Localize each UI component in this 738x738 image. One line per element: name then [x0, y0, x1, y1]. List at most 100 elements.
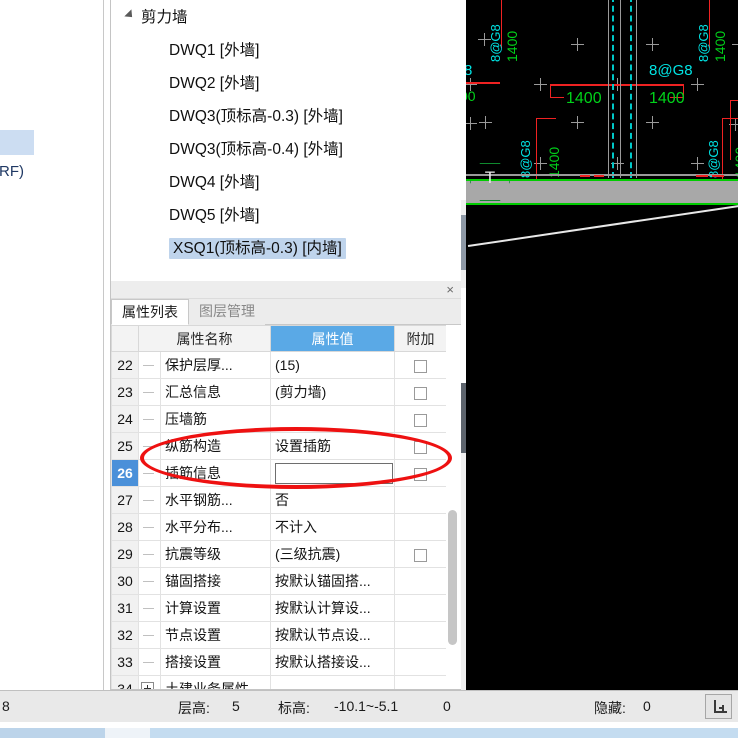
- checkbox-icon[interactable]: [414, 386, 427, 400]
- row-attach[interactable]: [394, 459, 447, 487]
- row-index: 34: [111, 675, 139, 689]
- row-tree-marker: [138, 513, 161, 541]
- property-panel: × 属性列表 图层管理 属性名称 属性值 附加 22 保护层厚... (15) …: [110, 281, 462, 690]
- table-row[interactable]: 24 压墙筋: [111, 405, 447, 433]
- col-header-value[interactable]: 属性值: [270, 325, 395, 352]
- row-attach[interactable]: [394, 378, 447, 406]
- grid-cross-icon: [691, 157, 704, 170]
- table-row[interactable]: 31 计算设置 按默认计算设...: [111, 594, 447, 622]
- scrollbar-thumb[interactable]: [448, 510, 457, 645]
- table-row[interactable]: 23 汇总信息 (剪力墙): [111, 378, 447, 406]
- tree-dash-icon: [143, 419, 154, 420]
- row-name: 压墙筋: [160, 405, 271, 433]
- dimension-tick: [696, 175, 708, 177]
- table-row[interactable]: 33 搭接设置 按默认搭接设...: [111, 648, 447, 676]
- col-header-index: [111, 325, 139, 352]
- checkbox-icon[interactable]: [414, 413, 427, 427]
- row-value[interactable]: 按默认节点设...: [270, 621, 395, 649]
- tree-item-dwq4[interactable]: DWQ4 [外墙]: [113, 166, 451, 199]
- tree-item-dwq3-b[interactable]: DWQ3(顶标高-0.4) [外墙]: [113, 133, 451, 166]
- tree-item-xsq1[interactable]: XSQ1(顶标高-0.3) [内墙]: [113, 232, 451, 265]
- checkbox-icon[interactable]: [414, 359, 427, 373]
- row-tree-expander[interactable]: [138, 675, 161, 689]
- row-tree-marker: [138, 405, 161, 433]
- triangle-down-icon[interactable]: [124, 9, 136, 21]
- tree-dash-icon: [143, 554, 154, 555]
- row-value[interactable]: [270, 675, 395, 689]
- dimension-tick: [580, 175, 590, 177]
- row-attach[interactable]: [394, 405, 447, 433]
- icon-stroke: [714, 711, 727, 713]
- row-index: 27: [111, 486, 139, 514]
- table-row[interactable]: 32 节点设置 按默认节点设...: [111, 621, 447, 649]
- row-value[interactable]: [270, 405, 395, 433]
- rebar-label: 8@G8: [649, 62, 693, 79]
- row-tree-marker: [138, 459, 161, 487]
- table-row[interactable]: 27 水平钢筋... 否: [111, 486, 447, 514]
- table-row[interactable]: 28 水平分布... 不计入: [111, 513, 447, 541]
- table-row[interactable]: 25 纵筋构造 设置插筋: [111, 432, 447, 460]
- tree-item-dwq2[interactable]: DWQ2 [外墙]: [113, 67, 451, 100]
- checkbox-icon[interactable]: [414, 548, 427, 562]
- row-value[interactable]: 按默认计算设...: [270, 594, 395, 622]
- tree-dash-icon: [143, 662, 154, 663]
- tab-layer-manager[interactable]: 图层管理: [189, 299, 265, 325]
- col-header-name[interactable]: 属性名称: [138, 325, 271, 352]
- row-value[interactable]: 按默认锚固搭...: [270, 567, 395, 595]
- tree-item-label: DWQ5 [外墙]: [169, 207, 260, 224]
- dimension-label: 1400: [566, 90, 602, 107]
- tree-item-dwq5[interactable]: DWQ5 [外墙]: [113, 199, 451, 232]
- col-header-attach[interactable]: 附加: [394, 325, 447, 352]
- plus-square-icon[interactable]: [141, 682, 154, 689]
- status-floor-height-label: 层高:: [178, 700, 210, 716]
- grid-cross-icon: [466, 117, 477, 130]
- table-row[interactable]: 30 锚固搭接 按默认锚固搭...: [111, 567, 447, 595]
- grid-cross-icon: [479, 116, 492, 129]
- cad-drawing-viewport[interactable]: 8@G8 1400 8@G8 1400 8 00 1400 1400 8@G8 …: [466, 0, 738, 690]
- dimension-tick: [594, 175, 604, 177]
- tree-root-item-shearwall[interactable]: 剪力墙: [113, 1, 451, 34]
- property-grid-scrollbar[interactable]: [446, 325, 459, 689]
- tab-property-list[interactable]: 属性列表: [111, 299, 189, 325]
- row-value-editor[interactable]: [270, 459, 395, 487]
- grid-cross-icon: [646, 38, 659, 51]
- row-value[interactable]: 否: [270, 486, 395, 514]
- wall-edge-line: [608, 0, 609, 178]
- tree-dash-icon: [143, 500, 154, 501]
- table-row[interactable]: 34 土建业务属性: [111, 675, 447, 689]
- row-attach[interactable]: [394, 432, 447, 460]
- left-panel-selected-item[interactable]: [0, 130, 34, 155]
- row-value[interactable]: 按默认搭接设...: [270, 648, 395, 676]
- checkbox-icon[interactable]: [414, 440, 427, 454]
- grid-cross-icon: [691, 78, 704, 91]
- row-index: 22: [111, 351, 139, 379]
- row-name: 土建业务属性: [160, 675, 271, 689]
- row-value[interactable]: (15): [270, 351, 395, 379]
- close-icon[interactable]: ×: [446, 282, 454, 298]
- row-index: 29: [111, 540, 139, 568]
- table-row-selected[interactable]: 26 插筋信息: [111, 459, 447, 487]
- tree-item-dwq3-a[interactable]: DWQ3(顶标高-0.3) [外墙]: [113, 100, 451, 133]
- row-attach: [394, 675, 447, 689]
- checkbox-icon[interactable]: [414, 467, 427, 481]
- grid-cross-icon: [646, 116, 659, 129]
- row-tree-marker: [138, 351, 161, 379]
- rebar-label: 8@G8: [518, 140, 533, 178]
- table-row[interactable]: 22 保护层厚... (15): [111, 351, 447, 379]
- row-name: 节点设置: [160, 621, 271, 649]
- tree-item-label: DWQ2 [外墙]: [169, 75, 260, 92]
- status-bar: 8 层高: 5 标高: -10.1~-5.1 0 隐藏: 0: [0, 690, 738, 722]
- table-row[interactable]: 29 抗震等级 (三级抗震): [111, 540, 447, 568]
- rebar-info-input[interactable]: [275, 463, 393, 484]
- tree-item-dwq1[interactable]: DWQ1 [外墙]: [113, 34, 451, 67]
- row-value[interactable]: 设置插筋: [270, 432, 395, 460]
- row-index: 24: [111, 405, 139, 433]
- row-attach[interactable]: [394, 540, 447, 568]
- row-name: 插筋信息: [160, 459, 271, 487]
- row-value[interactable]: (三级抗震): [270, 540, 395, 568]
- ortho-axis-icon[interactable]: [705, 694, 732, 719]
- row-attach[interactable]: [394, 351, 447, 379]
- row-value[interactable]: (剪力墙): [270, 378, 395, 406]
- tree-scrollbar[interactable]: [451, 0, 460, 282]
- row-value[interactable]: 不计入: [270, 513, 395, 541]
